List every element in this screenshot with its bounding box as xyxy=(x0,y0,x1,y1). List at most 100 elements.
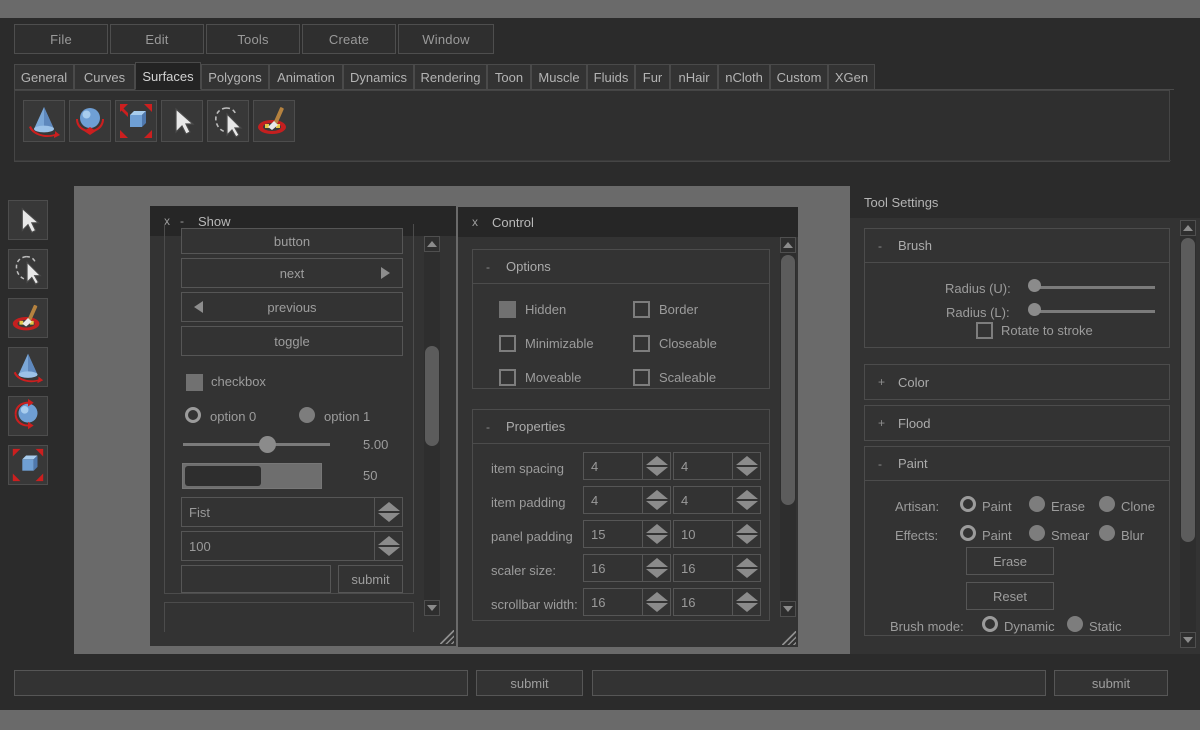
toolbox-select-button[interactable] xyxy=(8,200,48,240)
scroll-down-button[interactable] xyxy=(424,600,440,616)
spinner-down-icon[interactable] xyxy=(645,467,668,476)
spinner-down-icon[interactable] xyxy=(645,569,668,578)
scroll-up-button[interactable] xyxy=(1180,220,1196,236)
rotate-to-stroke-checkbox[interactable] xyxy=(976,322,993,339)
spinner-up-icon[interactable] xyxy=(735,524,758,533)
menu-item-window[interactable]: Window xyxy=(398,24,494,54)
collapse-icon[interactable]: - xyxy=(486,260,498,274)
tab-dynamics[interactable]: Dynamics xyxy=(343,64,414,90)
spinner-down-icon[interactable] xyxy=(377,513,400,522)
toolbox-cone-button[interactable] xyxy=(8,347,48,387)
prop-scrollbar-width-x[interactable]: 16 xyxy=(583,588,671,616)
submit-button-right[interactable]: submit xyxy=(1054,670,1168,696)
collapse-icon[interactable]: - xyxy=(878,457,890,471)
shelf-button-sphere[interactable] xyxy=(69,100,111,142)
tab-ncloth[interactable]: nCloth xyxy=(718,64,770,90)
radius-u-slider-knob[interactable] xyxy=(1028,279,1041,292)
show-resize-grip[interactable] xyxy=(440,630,454,644)
prop-item-padding-x[interactable]: 4 xyxy=(583,486,671,514)
tool-settings-scrollbar[interactable] xyxy=(1180,220,1196,648)
spinner-up-icon[interactable] xyxy=(735,490,758,499)
radius-l-slider-track[interactable] xyxy=(1030,310,1155,313)
show-text-input[interactable] xyxy=(181,565,331,593)
checkbox-scaleable[interactable] xyxy=(633,369,650,386)
spinner-down-icon[interactable] xyxy=(735,535,758,544)
prop-scrollbar-width-y[interactable]: 16 xyxy=(673,588,761,616)
scroll-up-button[interactable] xyxy=(780,237,796,253)
tab-rendering[interactable]: Rendering xyxy=(414,64,487,90)
spinner-down-icon[interactable] xyxy=(735,603,758,612)
show-submit-button[interactable]: submit xyxy=(338,565,403,593)
spinner-down-icon[interactable] xyxy=(735,569,758,578)
scroll-down-button[interactable] xyxy=(780,601,796,617)
spinner-buttons[interactable] xyxy=(642,453,670,479)
artisan-clone-radio[interactable] xyxy=(1099,496,1115,512)
spinner-up-icon[interactable] xyxy=(735,592,758,601)
checkbox-moveable[interactable] xyxy=(499,369,516,386)
command-input-right[interactable] xyxy=(592,670,1046,696)
spinner-down-icon[interactable] xyxy=(645,535,668,544)
spinner-up-icon[interactable] xyxy=(645,524,668,533)
spinner-buttons[interactable] xyxy=(732,521,760,547)
expand-icon[interactable]: + xyxy=(878,375,890,389)
menu-item-edit[interactable]: Edit xyxy=(110,24,204,54)
prop-item-spacing-y[interactable]: 4 xyxy=(673,452,761,480)
prop-item-padding-y[interactable]: 4 xyxy=(673,486,761,514)
prop-panel-padding-y[interactable]: 10 xyxy=(673,520,761,548)
horizontal-scroll-widget[interactable] xyxy=(182,463,322,489)
brush-group-header[interactable]: - Brush xyxy=(865,229,1169,263)
tab-surfaces[interactable]: Surfaces xyxy=(135,62,201,90)
collapse-icon[interactable]: - xyxy=(878,239,890,253)
prop-item-spacing-x[interactable]: 4 xyxy=(583,452,671,480)
checkbox-closeable[interactable] xyxy=(633,335,650,352)
show-scrollbar[interactable] xyxy=(424,236,440,616)
shelf-button-paint[interactable] xyxy=(253,100,295,142)
toolbox-paint-button[interactable] xyxy=(8,298,48,338)
collapse-icon[interactable]: - xyxy=(486,420,498,434)
value-slider-track[interactable] xyxy=(183,443,330,446)
spinner-up-icon[interactable] xyxy=(377,502,400,511)
show-checkbox[interactable] xyxy=(186,374,203,391)
spinner-down-icon[interactable] xyxy=(735,501,758,510)
checkbox-border[interactable] xyxy=(633,301,650,318)
number-spinbox-buttons[interactable] xyxy=(374,532,402,560)
reset-button[interactable]: Reset xyxy=(966,582,1054,610)
toggle-button[interactable]: toggle xyxy=(181,326,403,356)
next-button[interactable]: next xyxy=(181,258,403,288)
tab-general[interactable]: General xyxy=(14,64,74,90)
menu-item-file[interactable]: File xyxy=(14,24,108,54)
value-slider-knob[interactable] xyxy=(259,436,276,453)
artisan-paint-radio[interactable] xyxy=(960,496,976,512)
scroll-up-button[interactable] xyxy=(424,236,440,252)
checkbox-hidden[interactable] xyxy=(499,301,516,318)
paint-group-header[interactable]: - Paint xyxy=(865,447,1169,481)
tab-custom[interactable]: Custom xyxy=(770,64,828,90)
spinner-up-icon[interactable] xyxy=(645,456,668,465)
radius-u-slider-track[interactable] xyxy=(1030,286,1155,289)
number-spinbox[interactable]: 100 xyxy=(181,531,403,561)
erase-button[interactable]: Erase xyxy=(966,547,1054,575)
prop-panel-padding-x[interactable]: 15 xyxy=(583,520,671,548)
shelf-button-select[interactable] xyxy=(161,100,203,142)
spinner-buttons[interactable] xyxy=(642,487,670,513)
text-spinbox-buttons[interactable] xyxy=(374,498,402,526)
spinner-down-icon[interactable] xyxy=(645,603,668,612)
tab-muscle[interactable]: Muscle xyxy=(531,64,587,90)
tab-fluids[interactable]: Fluids xyxy=(587,64,635,90)
effects-paint-radio[interactable] xyxy=(960,525,976,541)
control-scrollbar-thumb[interactable] xyxy=(781,255,795,505)
prop-scaler-size-y[interactable]: 16 xyxy=(673,554,761,582)
control-scrollbar[interactable] xyxy=(780,237,796,617)
spinner-up-icon[interactable] xyxy=(645,490,668,499)
shelf-button-cone[interactable] xyxy=(23,100,65,142)
spinner-buttons[interactable] xyxy=(732,555,760,581)
horizontal-scroll-thumb[interactable] xyxy=(185,466,261,486)
spinner-down-icon[interactable] xyxy=(735,467,758,476)
toolbox-cube-move-button[interactable] xyxy=(8,445,48,485)
spinner-up-icon[interactable] xyxy=(735,456,758,465)
button-generic[interactable]: button xyxy=(181,228,403,254)
menu-item-create[interactable]: Create xyxy=(302,24,396,54)
tab-toon[interactable]: Toon xyxy=(487,64,531,90)
scroll-down-button[interactable] xyxy=(1180,632,1196,648)
menu-item-tools[interactable]: Tools xyxy=(206,24,300,54)
